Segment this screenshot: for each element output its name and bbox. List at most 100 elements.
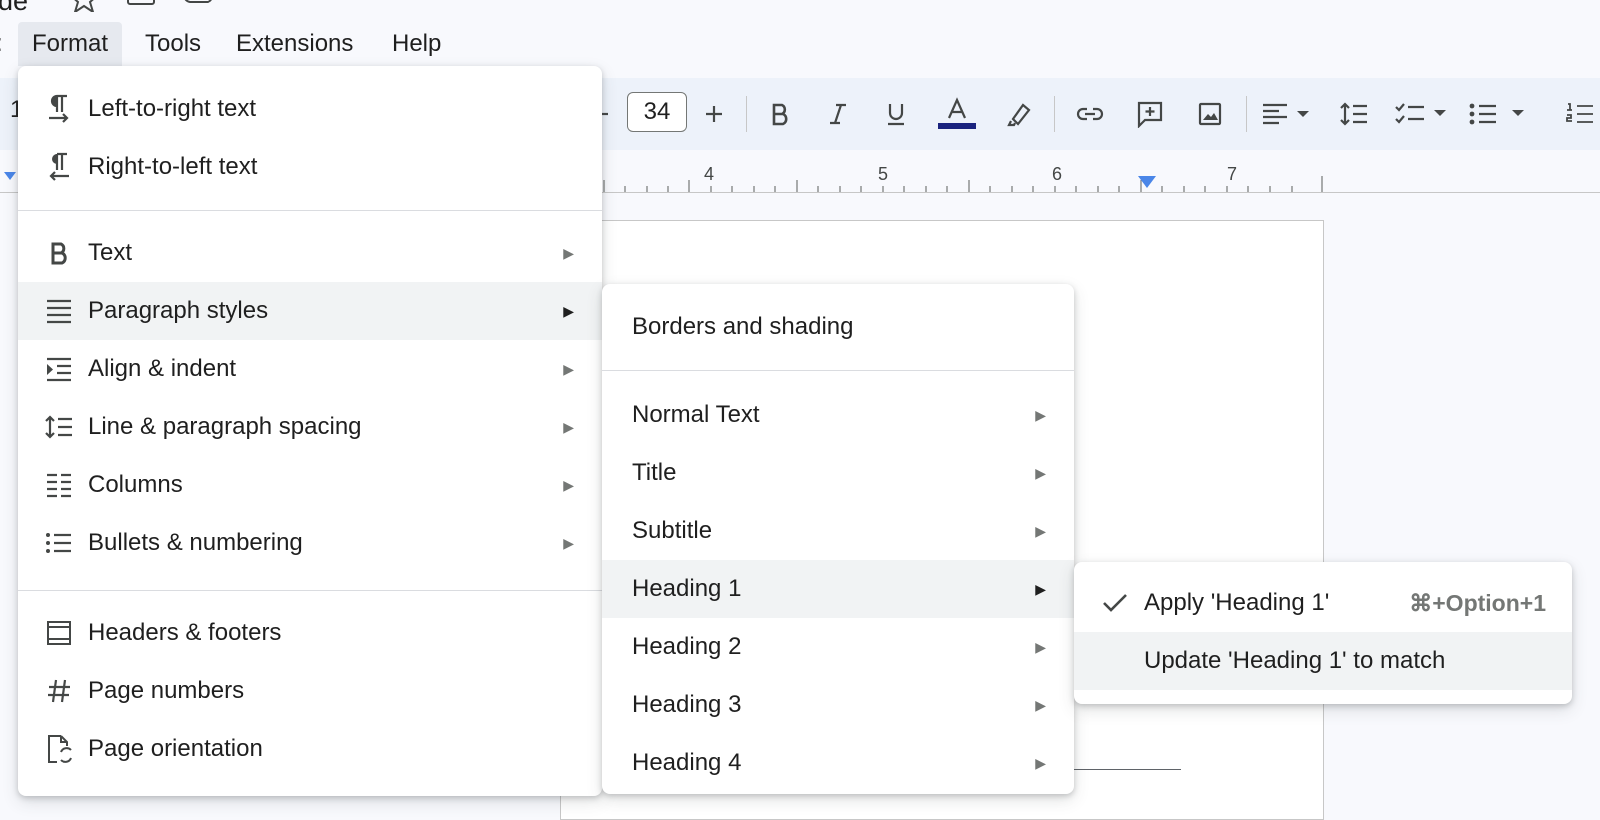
menu-separator: [18, 210, 602, 211]
underline-button[interactable]: [876, 94, 916, 134]
menu-item-columns[interactable]: Columns ▶: [18, 456, 602, 514]
menu-item-left-to-right[interactable]: Left-to-right text: [18, 80, 602, 138]
menu-item-label: Paragraph styles: [88, 297, 269, 324]
submenu-arrow-icon: ▶: [1035, 697, 1046, 713]
menu-item-label: Update 'Heading 1' to match: [1144, 647, 1446, 674]
numbered-list-button[interactable]: [1560, 94, 1600, 134]
menu-item-borders-shading[interactable]: Borders and shading: [602, 298, 1074, 356]
menu-item-page-numbers[interactable]: Page numbers: [18, 662, 602, 720]
checklist-button[interactable]: [1394, 94, 1454, 134]
menu-item-text[interactable]: Text ▶: [18, 224, 602, 282]
menu-item-line-spacing[interactable]: Line & paragraph spacing ▶: [18, 398, 602, 456]
ruler-number: 4: [704, 164, 715, 184]
submenu-arrow-icon: ▶: [1035, 523, 1046, 539]
menu-item-label: Line & paragraph spacing: [88, 413, 362, 440]
star-icon[interactable]: [70, 0, 98, 15]
menu-item-label: Normal Text: [632, 401, 760, 428]
text-color-button[interactable]: [936, 94, 978, 134]
bullets-icon: [44, 528, 74, 558]
menu-item-heading-3[interactable]: Heading 3 ▶: [602, 676, 1074, 734]
doc-title[interactable]: de: [0, 0, 28, 17]
menu-item-update-heading-1[interactable]: Update 'Heading 1' to match: [1074, 632, 1572, 690]
menu-item-bullets-numbering[interactable]: Bullets & numbering ▶: [18, 514, 602, 572]
menu-separator: [18, 590, 602, 591]
increase-font-size-button[interactable]: [694, 94, 734, 134]
submenu-arrow-icon: ▶: [563, 535, 574, 551]
menu-item-label: Columns: [88, 471, 183, 498]
submenu-arrow-icon: ▶: [1035, 407, 1046, 423]
highlight-color-button[interactable]: [998, 94, 1038, 134]
line-spacing-icon: [44, 412, 74, 442]
menu-item-label: Subtitle: [632, 517, 713, 544]
menu-item-label: Text: [88, 239, 133, 266]
page-orientation-icon: [44, 734, 74, 764]
font-size-input[interactable]: 34: [627, 92, 687, 132]
submenu-arrow-icon: ▶: [1035, 639, 1046, 655]
line-spacing-button[interactable]: [1334, 94, 1374, 134]
menu-item-label: Apply 'Heading 1': [1144, 589, 1330, 616]
menu-item-subtitle[interactable]: Subtitle ▶: [602, 502, 1074, 560]
paragraph-styles-icon: [44, 296, 74, 326]
menu-format[interactable]: Format: [18, 22, 123, 66]
keyboard-shortcut: ⌘+Option+1: [1409, 590, 1546, 616]
menu-item-label: Bullets & numbering: [88, 529, 303, 556]
menu-item-normal-text[interactable]: Normal Text ▶: [602, 386, 1074, 444]
indent-icon: [44, 354, 74, 384]
hash-icon: [44, 676, 74, 706]
menu-item-align-indent[interactable]: Align & indent ▶: [18, 340, 602, 398]
menu-item-label: Headers & footers: [88, 619, 282, 646]
headers-footers-icon: [44, 618, 74, 648]
align-button[interactable]: [1260, 94, 1316, 134]
menu-help[interactable]: Help: [378, 22, 455, 66]
submenu-arrow-icon: ▶: [1035, 465, 1046, 481]
toolbar-separator: [1246, 96, 1247, 132]
menu-item-heading-4[interactable]: Heading 4 ▶: [602, 734, 1074, 792]
heading-1-menu: Apply 'Heading 1' ⌘+Option+1 Update 'Hea…: [1074, 562, 1572, 704]
text-underline-fragment: [1061, 769, 1181, 770]
rtl-icon: [44, 152, 74, 182]
bold-button[interactable]: [760, 94, 800, 134]
menu-item-label: Heading 1: [632, 575, 742, 602]
menu-item-paragraph-styles[interactable]: Paragraph styles ▶: [18, 282, 602, 340]
menu-item-heading-2[interactable]: Heading 2 ▶: [602, 618, 1074, 676]
menu-item-label: Heading 3: [632, 691, 742, 718]
menu-item-label: Align & indent: [88, 355, 237, 382]
menu-item-page-orientation[interactable]: Page orientation: [18, 720, 602, 778]
italic-button[interactable]: [818, 94, 858, 134]
menu-item-heading-1[interactable]: Heading 1 ▶: [602, 560, 1074, 618]
cloud-status-icon[interactable]: [182, 0, 212, 12]
menu-item-apply-heading-1[interactable]: Apply 'Heading 1' ⌘+Option+1: [1074, 574, 1572, 632]
insert-link-button[interactable]: [1070, 94, 1110, 134]
columns-icon: [44, 470, 74, 500]
menu-item-label: Right-to-left text: [88, 153, 258, 180]
menu-extensions[interactable]: Extensions: [222, 22, 367, 66]
menu-item-label: Heading 2: [632, 633, 742, 660]
menu-item-label: Page orientation: [88, 735, 263, 762]
submenu-arrow-icon: ▶: [563, 245, 574, 261]
submenu-arrow-icon: ▶: [563, 361, 574, 377]
bold-icon: [44, 238, 74, 268]
menu-item-title[interactable]: Title ▶: [602, 444, 1074, 502]
check-icon: [1100, 588, 1130, 618]
submenu-arrow-icon: ▶: [1035, 581, 1046, 597]
add-comment-button[interactable]: [1130, 94, 1170, 134]
submenu-arrow-icon: ▶: [563, 303, 574, 319]
menu-item-label: Borders and shading: [632, 313, 854, 340]
format-menu: Left-to-right text Right-to-left text Te…: [18, 66, 602, 796]
menu-item-right-to-left[interactable]: Right-to-left text: [18, 138, 602, 196]
menu-item-label: Left-to-right text: [88, 95, 257, 122]
menu-separator: [602, 370, 1074, 371]
menu-item-label: Title: [632, 459, 677, 486]
menu-item-headers-footers[interactable]: Headers & footers: [18, 604, 602, 662]
move-icon[interactable]: [126, 0, 155, 12]
submenu-arrow-icon: ▶: [563, 419, 574, 435]
ruler-number: 5: [878, 164, 889, 184]
bulleted-list-button[interactable]: [1468, 94, 1534, 134]
menu-tools[interactable]: Tools: [131, 22, 215, 66]
paragraph-styles-menu: Borders and shading Normal Text ▶ Title …: [602, 284, 1074, 794]
menu-item-label: Heading 4: [632, 749, 742, 776]
toolbar-separator: [1054, 96, 1055, 132]
menu-item-label: Page numbers: [88, 677, 245, 704]
menubar-partial-item[interactable]: :: [0, 22, 3, 66]
insert-image-button[interactable]: [1190, 94, 1230, 134]
